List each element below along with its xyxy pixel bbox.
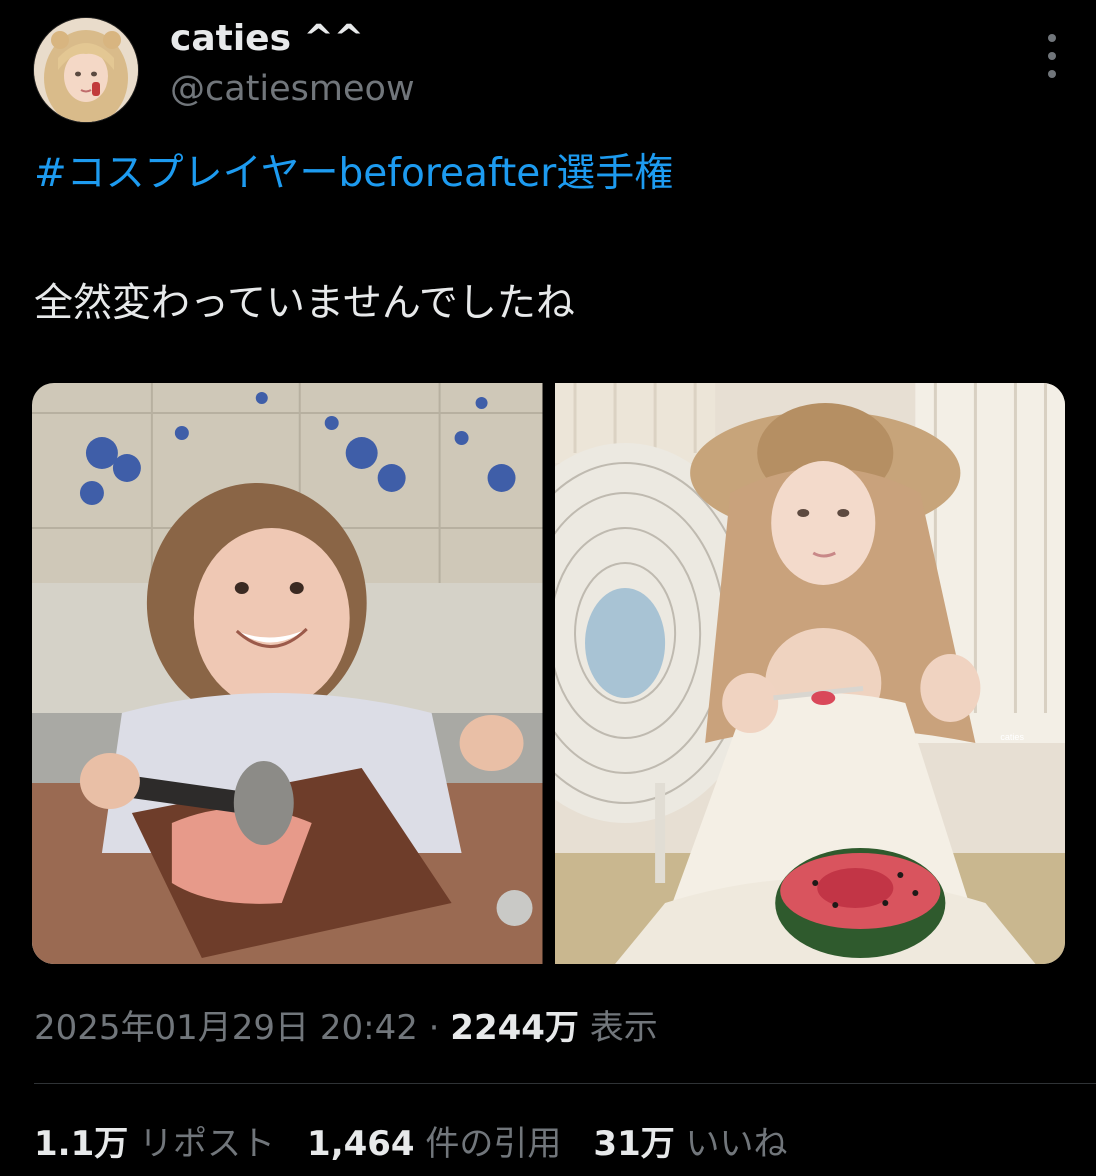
avatar[interactable] — [34, 18, 138, 122]
user-handle[interactable]: @catiesmeow — [170, 66, 415, 112]
more-dot — [1048, 34, 1056, 42]
media-photo-after[interactable]: caties — [554, 383, 1065, 964]
quotes-label: 件の引用 — [414, 1124, 562, 1164]
quotes-stat[interactable]: 1,464 件の引用 — [307, 1118, 561, 1170]
likes-label: いいね — [674, 1124, 788, 1164]
before-photo-image — [32, 383, 543, 964]
post-meta: 2025年01月29日 20:42 · 2244万 表示 — [34, 1002, 658, 1054]
photo-watermark: caties — [1000, 732, 1024, 742]
likes-stat[interactable]: 31万 いいね — [593, 1118, 787, 1170]
more-vertical-icon[interactable] — [1038, 34, 1066, 78]
post-timestamp[interactable]: 2025年01月29日 20:42 — [34, 1008, 418, 1048]
media-photo-before[interactable] — [32, 383, 543, 964]
likes-count: 31万 — [593, 1124, 675, 1164]
quotes-count: 1,464 — [307, 1124, 415, 1164]
after-photo-image: caties — [554, 383, 1065, 964]
divider — [34, 1083, 1096, 1084]
engagement-stats: 1.1万 リポスト 1,464 件の引用 31万 いいね — [34, 1118, 788, 1170]
meta-separator: · — [417, 1008, 451, 1048]
hashtag-link[interactable]: #コスプレイヤーbeforeafter選手権 — [34, 144, 673, 204]
reposts-stat[interactable]: 1.1万 リポスト — [34, 1118, 275, 1170]
more-dot — [1048, 52, 1056, 60]
reposts-label: リポスト — [128, 1124, 276, 1164]
tweet-text: 全然変わっていませんでしたね — [34, 281, 575, 326]
more-dot — [1048, 70, 1056, 78]
media-grid: caties — [32, 383, 1065, 964]
views-label: 表示 — [578, 1008, 658, 1048]
avatar-image — [34, 18, 138, 122]
display-name[interactable]: caties ^^ — [170, 16, 364, 62]
views-count: 2244万 — [450, 1008, 579, 1048]
reposts-count: 1.1万 — [34, 1124, 129, 1164]
